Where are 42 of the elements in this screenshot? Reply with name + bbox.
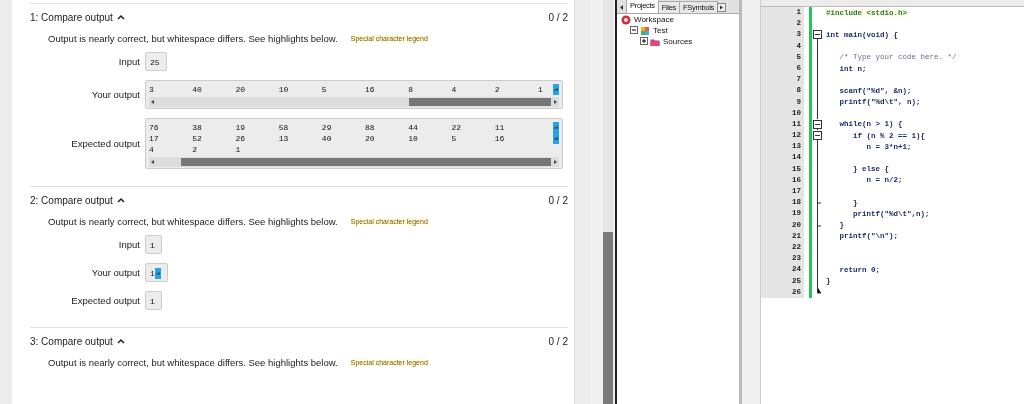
fold-icon[interactable] — [812, 130, 824, 142]
feedback-message: Output is nearly correct, but whitespace differs. See highlights below. — [48, 357, 338, 368]
output-text: 25 — [150, 57, 160, 68]
section-title: 2: Compare output — [30, 194, 113, 206]
scrollbar[interactable] — [149, 97, 559, 107]
chevron-icon[interactable] — [116, 14, 125, 20]
output-text: 1 — [150, 240, 155, 251]
output-text: 17 52 26 13 40 20 10 5 16 — [149, 133, 505, 144]
field-label: Your output — [90, 89, 140, 100]
fold-icon[interactable] — [812, 118, 824, 131]
field-label: Expected output — [70, 295, 140, 306]
output-text: 4 2 1 — [149, 144, 241, 155]
feedback-message: Output is nearly correct, but whitespace differs. See highlights below. — [48, 33, 338, 44]
tree-item[interactable]: Sources — [663, 37, 693, 46]
score: 0 / 2 — [548, 11, 568, 23]
scrollbar[interactable] — [603, 0, 613, 404]
score: 0 / 2 — [548, 335, 568, 347]
tree-item[interactable]: Test — [653, 26, 668, 35]
feedback-message: Output is nearly correct, but whitespace differs. See highlights below. — [48, 216, 338, 227]
output-text: 76 38 19 58 29 88 44 22 11 — [149, 122, 505, 133]
scrollbar[interactable] — [149, 157, 559, 167]
score: 0 / 2 — [548, 194, 568, 206]
field-label: Input — [117, 239, 140, 250]
field-label: Input — [117, 56, 140, 67]
circle-icon — [621, 14, 631, 25]
output-text: 3 40 20 10 5 16 8 4 2 1 — [149, 84, 543, 95]
scroll-left-icon[interactable] — [149, 97, 157, 107]
squares-icon — [640, 25, 650, 36]
collapse-icon[interactable] — [630, 26, 639, 35]
section-title: 1: Compare output — [30, 11, 113, 23]
scroll-right-icon[interactable] — [717, 2, 726, 13]
scroll-left-icon[interactable] — [149, 157, 157, 167]
chevron-icon[interactable] — [116, 338, 125, 344]
chevron-icon[interactable] — [116, 197, 125, 203]
output-text: 1 — [150, 268, 155, 279]
fold-icon[interactable] — [812, 29, 824, 41]
output-text: 1 — [150, 296, 155, 307]
field-label: Expected output — [70, 138, 140, 149]
section-title: 3: Compare output — [30, 335, 113, 347]
expand-icon[interactable] — [640, 37, 649, 46]
tree-item[interactable]: Workspace — [634, 15, 674, 24]
field-label: Your output — [90, 267, 140, 278]
